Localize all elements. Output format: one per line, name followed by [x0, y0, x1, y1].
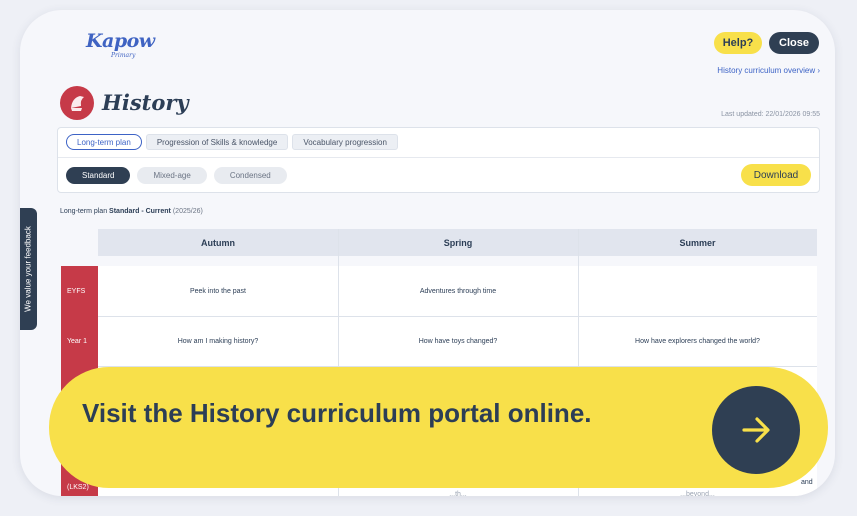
- table-cell: Peek into the past: [98, 266, 338, 316]
- plan-name: Standard - Current: [109, 208, 171, 215]
- table-cell: [578, 266, 817, 316]
- divider: [98, 316, 817, 317]
- plan-prefix: Long-term plan: [60, 208, 108, 215]
- curriculum-overview-label: History curriculum overview: [717, 66, 816, 75]
- column-header-spring: Spring: [338, 229, 578, 256]
- divider: [58, 157, 819, 158]
- tab-vocabulary[interactable]: Vocabulary progression: [292, 134, 398, 150]
- kapow-logo[interactable]: Kapow: [86, 30, 155, 52]
- tab-progression[interactable]: Progression of Skills & knowledge: [145, 134, 289, 150]
- pill-mixed-age[interactable]: Mixed-age: [137, 167, 207, 184]
- pill-standard[interactable]: Standard: [66, 167, 131, 184]
- kapow-logo-subtext: Primary: [111, 52, 136, 59]
- close-button[interactable]: Close: [769, 32, 819, 54]
- tab-long-term-plan[interactable]: Long-term plan: [66, 134, 142, 150]
- download-button[interactable]: Download: [741, 164, 811, 186]
- table-cell: Adventures through time: [338, 266, 578, 316]
- plan-year: (2025/26): [172, 208, 203, 215]
- table-cell: How have toys changed?: [338, 316, 578, 366]
- plan-heading: Long-term plan Standard - Current (2025/…: [60, 208, 203, 215]
- table-cell: How am I making history?: [98, 316, 338, 366]
- pill-condensed[interactable]: Condensed: [213, 167, 287, 184]
- portal-banner-text: Visit the History curriculum portal onli…: [82, 398, 592, 428]
- row-label-year-1: Year 1: [61, 316, 98, 366]
- tab-bar: Long-term plan Progression of Skills & k…: [66, 134, 398, 150]
- chevron-right-icon: ›: [817, 66, 820, 75]
- column-header-autumn: Autumn: [98, 229, 338, 256]
- history-subject-icon: [60, 86, 94, 120]
- last-updated-timestamp: Last updated: 22/01/2026 09:55: [721, 111, 820, 118]
- curriculum-overview-link[interactable]: History curriculum overview ›: [690, 66, 820, 75]
- column-header-summer: Summer: [578, 229, 817, 256]
- clipped-cell-text: and: [801, 479, 813, 486]
- help-button[interactable]: Help?: [714, 32, 762, 54]
- arrow-right-icon[interactable]: [712, 386, 800, 474]
- view-toggle: Standard Mixed-age Condensed: [66, 167, 287, 184]
- page-title: History: [102, 90, 189, 115]
- table-cell: How have explorers changed the world?: [578, 316, 817, 366]
- feedback-tab-label: We value your feedback: [23, 226, 33, 312]
- plan-controls-panel: Long-term plan Progression of Skills & k…: [57, 127, 820, 193]
- row-label-eyfs: EYFS: [61, 266, 98, 316]
